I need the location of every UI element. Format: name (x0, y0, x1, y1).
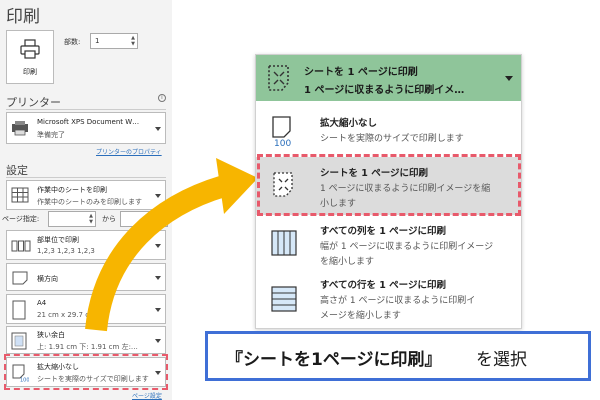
settings-heading: 設定 (6, 164, 28, 177)
print-pane: 印刷 印刷 部数: 1 ▲ ▼ プリンター i Microsoft XPS Doc… (0, 0, 172, 400)
chevron-down-icon (155, 194, 161, 198)
option-desc: 高さが 1 ページに収まるように印刷イ (320, 296, 476, 306)
paper-size-select[interactable]: A4 21 cm x 29.7 cm (6, 294, 166, 324)
highlight-left (4, 354, 168, 390)
pages-to-label: から (102, 215, 116, 223)
margins-select[interactable]: 狭い余白 上: 1.91 cm 下: 1.91 cm 左:… (6, 326, 166, 354)
pages-label: ページ指定: (2, 215, 40, 223)
instruction-caption: 『シートを1ページに印刷』 を選択 (205, 331, 591, 381)
setting-desc: 1,2,3 1,2,3 1,2,3 (37, 247, 95, 255)
setting-desc: 作業中のシートのみを印刷します (37, 198, 142, 206)
fit-sheet-icon (268, 65, 289, 91)
printer-icon (20, 39, 40, 59)
printer-name: Microsoft XPS Document W… (37, 118, 140, 126)
option-desc: 幅が 1 ページに収まるように印刷イメージ (320, 242, 494, 252)
print-what-select[interactable]: 作業中のシートを印刷 作業中のシートのみを印刷します (6, 180, 166, 210)
sheet-grid-icon (11, 187, 29, 203)
highlight-right (257, 154, 521, 216)
chevron-down-icon (155, 244, 161, 248)
copies-input[interactable]: 1 ▲ ▼ (90, 33, 138, 49)
chevron-down-icon (155, 339, 161, 343)
paper-icon (12, 300, 26, 320)
setting-line: 狭い余白 (37, 331, 65, 339)
margins-icon (11, 332, 27, 350)
print-button[interactable]: 印刷 (6, 30, 54, 84)
setting-desc: 上: 1.91 cm 下: 1.91 cm 左:… (37, 343, 138, 351)
fit-columns-icon (271, 230, 297, 256)
divider (6, 109, 166, 110)
no-scaling-icon: 100 (272, 116, 291, 147)
setting-line: 作業中のシートを印刷 (37, 186, 107, 194)
copies-value: 1 (95, 37, 100, 45)
collate-select[interactable]: 部単位で印刷 1,2,3 1,2,3 1,2,3 (6, 230, 166, 260)
svg-text:100: 100 (274, 139, 291, 147)
option-no-scaling[interactable]: 100 拡大縮小なし シートを実際のサイズで印刷します (256, 107, 521, 155)
fit-rows-icon (271, 286, 297, 312)
printer-properties-link[interactable]: プリンターのプロパティ (96, 147, 162, 156)
info-icon[interactable]: i (158, 94, 166, 102)
caption-main: 『シートを1ページに印刷』 (226, 350, 442, 370)
option-desc: を縮小します (320, 257, 375, 267)
selected-title: シートを 1 ページに印刷 (304, 67, 418, 78)
setting-desc: 21 cm x 29.7 cm (37, 311, 96, 319)
printer-small-icon (12, 121, 28, 136)
divider (6, 177, 166, 178)
option-title: すべての列を 1 ページに印刷 (320, 226, 446, 237)
chevron-down-icon (155, 127, 161, 131)
pages-from-spinner[interactable]: ▲ ▼ (89, 213, 93, 225)
option-fit-rows[interactable]: すべての行を 1 ページに印刷 高さが 1 ページに収まるように印刷イ メージを… (256, 273, 521, 329)
setting-line: A4 (37, 299, 47, 307)
setting-line: 部単位で印刷 (37, 236, 79, 244)
pages-from-input[interactable]: ▲ ▼ (48, 211, 96, 227)
pages-to-input[interactable] (120, 211, 168, 227)
page-setup-link[interactable]: ページ設定 (132, 391, 162, 400)
scaling-selected[interactable]: シートを 1 ページに印刷 1 ページに収まるように印刷イメ… (256, 55, 521, 101)
print-button-label: 印刷 (23, 68, 37, 76)
pane-title: 印刷 (6, 7, 40, 27)
printer-status: 準備完了 (37, 131, 65, 139)
chevron-down-icon (155, 308, 161, 312)
chevron-down-icon (505, 76, 513, 81)
option-fit-columns[interactable]: すべての列を 1 ページに印刷 幅が 1 ページに収まるように印刷イメージ を縮… (256, 217, 521, 273)
orientation-select[interactable]: 横方向 (6, 263, 166, 291)
landscape-icon (12, 271, 28, 285)
copies-spinner[interactable]: ▲ ▼ (131, 35, 135, 47)
printer-heading: プリンター (6, 96, 61, 109)
selected-desc: 1 ページに収まるように印刷イメ… (304, 85, 465, 96)
option-title: すべての行を 1 ページに印刷 (320, 280, 446, 291)
option-desc: メージを縮小します (320, 311, 401, 321)
copies-label: 部数: (64, 38, 81, 46)
option-title: 拡大縮小なし (320, 118, 378, 129)
collate-icon (11, 240, 31, 252)
setting-line: 横方向 (37, 275, 58, 283)
caption-suffix: を選択 (476, 350, 527, 370)
option-desc: シートを実際のサイズで印刷します (320, 134, 464, 144)
chevron-down-icon (155, 276, 161, 280)
printer-select[interactable]: Microsoft XPS Document W… 準備完了 (6, 112, 166, 144)
